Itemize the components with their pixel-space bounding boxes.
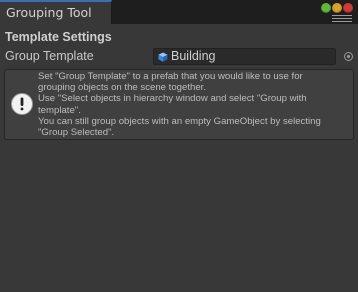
- help-line: Use "Select objects in hierarchy window …: [38, 93, 307, 105]
- section-header-template-settings: Template Settings: [5, 30, 112, 44]
- help-line: template".: [38, 104, 81, 116]
- prefab-cube-icon: [158, 52, 168, 62]
- tab-grouping-tool[interactable]: Grouping Tool: [0, 0, 112, 24]
- grouping-tool-window: Grouping Tool Template Settings Group Te…: [0, 0, 358, 292]
- close-button[interactable]: [343, 3, 353, 13]
- context-menu-icon[interactable]: [332, 15, 352, 23]
- minimize-button[interactable]: [321, 3, 331, 13]
- object-picker-icon[interactable]: [344, 52, 353, 61]
- help-text: Set "Group Template" to a prefab that yo…: [38, 71, 350, 138]
- help-line: You can still group objects with an empt…: [38, 115, 321, 127]
- group-template-object-field[interactable]: Building: [153, 48, 336, 65]
- group-template-label: Group Template: [5, 49, 94, 63]
- tab-strip: Grouping Tool: [0, 0, 358, 24]
- help-line: Set "Group Template" to a prefab that yo…: [38, 71, 303, 82]
- group-template-row: Group Template Building: [0, 46, 358, 66]
- window-controls: [320, 1, 354, 23]
- help-line: "Group Selected".: [38, 127, 115, 139]
- help-line: grouping objects on the scene together.: [38, 82, 207, 94]
- help-box: Set "Group Template" to a prefab that yo…: [4, 69, 354, 140]
- maximize-button[interactable]: [332, 3, 342, 13]
- group-template-value: Building: [171, 49, 216, 63]
- info-icon: [11, 93, 33, 115]
